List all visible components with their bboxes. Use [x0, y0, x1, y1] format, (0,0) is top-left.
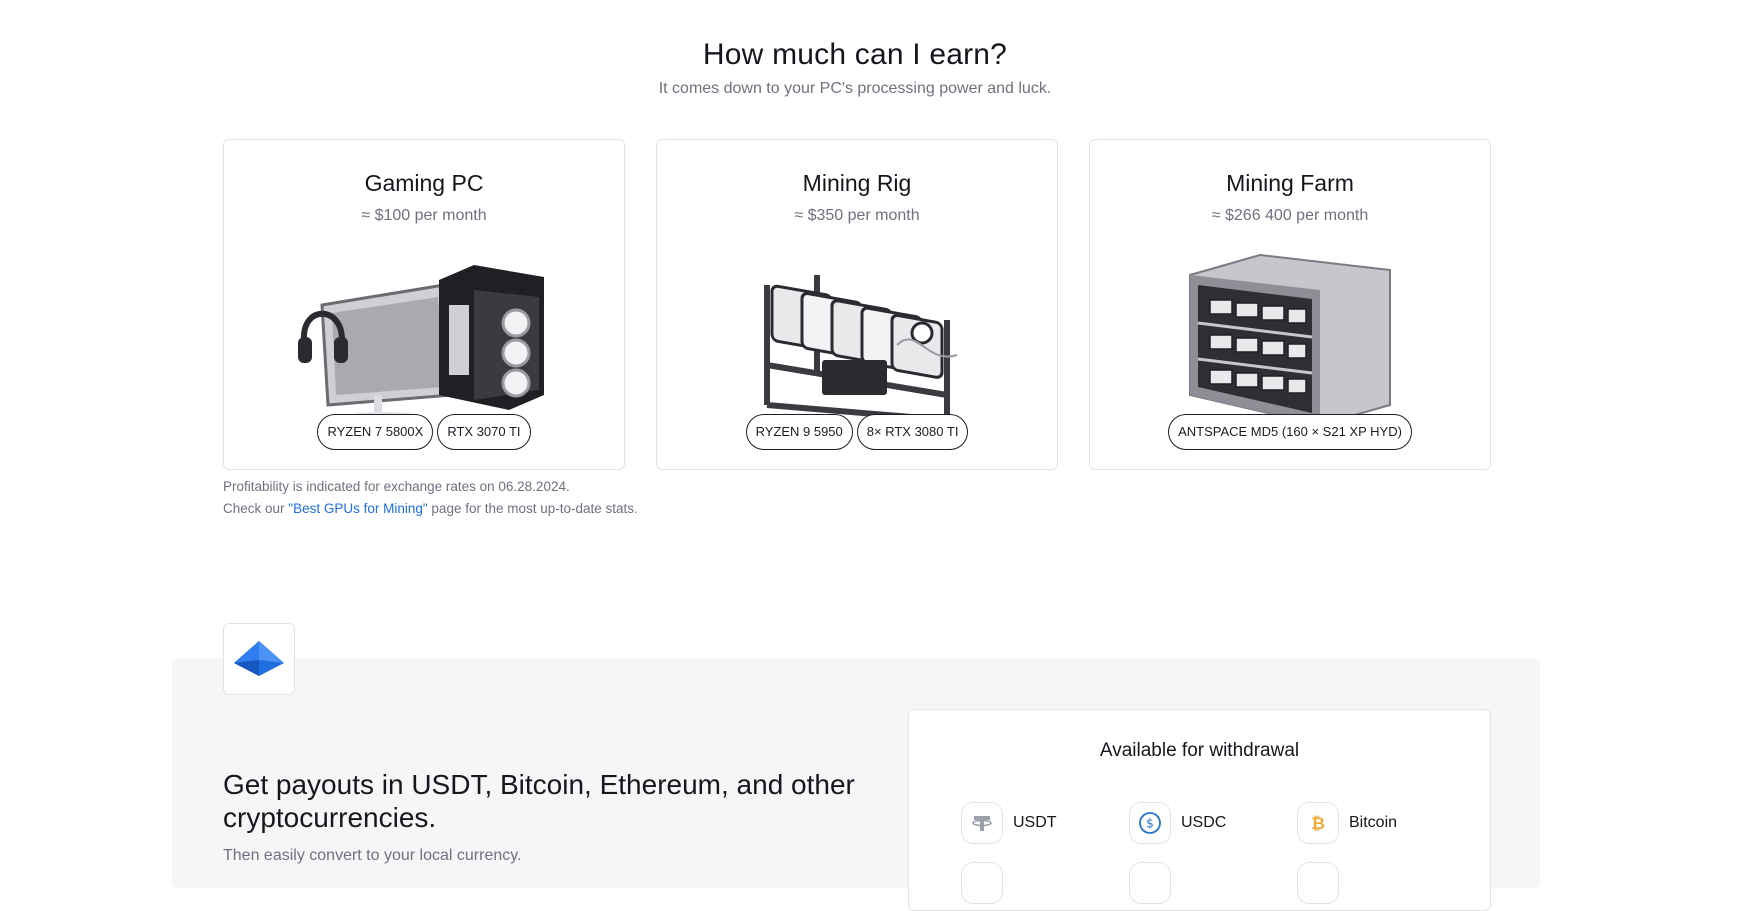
bitcoin-icon: ₿ — [1297, 802, 1339, 844]
withdrawal-title: Available for withdrawal — [1099, 740, 1300, 761]
card-price: ≈ $100 per month — [361, 207, 487, 224]
spec-chips: RYZEN 7 5800X RTX 3070 TI — [224, 414, 624, 450]
coin-label: Bitcoin — [1349, 814, 1398, 831]
coin-icon-partial[interactable] — [1297, 862, 1339, 904]
withdrawal-card: Available for withdrawal USDT $ USDC ₿ B… — [908, 709, 1491, 911]
tether-icon — [961, 802, 1003, 844]
card-title: Mining Farm — [1226, 170, 1354, 196]
best-gpus-link[interactable]: "Best GPUs for Mining" — [288, 501, 427, 516]
card-price: ≈ $350 per month — [794, 207, 920, 224]
card-mining-farm: Mining Farm ≈ $266 400 per month ANTSPAC… — [1089, 139, 1491, 470]
coin-bitcoin[interactable]: ₿ Bitcoin — [1297, 802, 1397, 844]
payouts-subtitle: Then easily convert to your local curren… — [223, 847, 522, 864]
usdc-icon: $ — [1129, 802, 1171, 844]
mining-rig-illustration — [764, 275, 958, 423]
note-text: page for the most up-to-date stats. — [427, 501, 638, 516]
stats-note: Check our "Best GPUs for Mining" page fo… — [223, 501, 638, 516]
mining-farm-illustration — [1189, 253, 1391, 425]
logo-badge — [223, 623, 295, 695]
svg-text:$: $ — [1146, 817, 1154, 831]
card-price: ≈ $266 400 per month — [1211, 207, 1369, 224]
coin-usdc[interactable]: $ USDC — [1129, 802, 1226, 844]
payouts-title: Get payouts in USDT, Bitcoin, Ethereum, … — [223, 769, 855, 833]
coin-label: USDC — [1181, 814, 1227, 831]
spec-chip: 8× RTX 3080 TI — [856, 414, 969, 450]
profitability-note: Profitability is indicated for exchange … — [223, 479, 570, 494]
card-gaming-pc: Gaming PC ≈ $100 per month RYZEN 7 5800X… — [223, 139, 625, 470]
coin-icon-partial[interactable] — [1129, 862, 1171, 904]
spec-chips: RYZEN 9 5950 8× RTX 3080 TI — [657, 414, 1057, 450]
section-title: How much can I earn? — [702, 38, 1008, 71]
coin-usdt[interactable]: USDT — [961, 802, 1057, 844]
card-title: Mining Rig — [802, 170, 912, 196]
coin-label: USDT — [1013, 814, 1057, 831]
spec-chips: ANTSPACE MD5 (160 × S21 XP HYD) — [1090, 414, 1490, 450]
note-text: Check our — [223, 501, 289, 516]
spec-chip: ANTSPACE MD5 (160 × S21 XP HYD) — [1168, 414, 1412, 450]
spec-chip: RYZEN 9 5950 — [745, 414, 853, 450]
svg-text:₿: ₿ — [1311, 814, 1325, 834]
coin-icon-partial[interactable] — [961, 862, 1003, 904]
spec-chip: RYZEN 7 5800X — [317, 414, 434, 450]
blue-gem-logo-icon — [234, 641, 284, 676]
gaming-pc-illustration — [298, 265, 544, 422]
card-mining-rig: Mining Rig ≈ $350 per month RYZEN 9 5950… — [656, 139, 1058, 470]
section-subtitle: It comes down to your PC's processing po… — [658, 80, 1052, 97]
spec-chip: RTX 3070 TI — [437, 414, 531, 450]
card-title: Gaming PC — [364, 170, 484, 196]
